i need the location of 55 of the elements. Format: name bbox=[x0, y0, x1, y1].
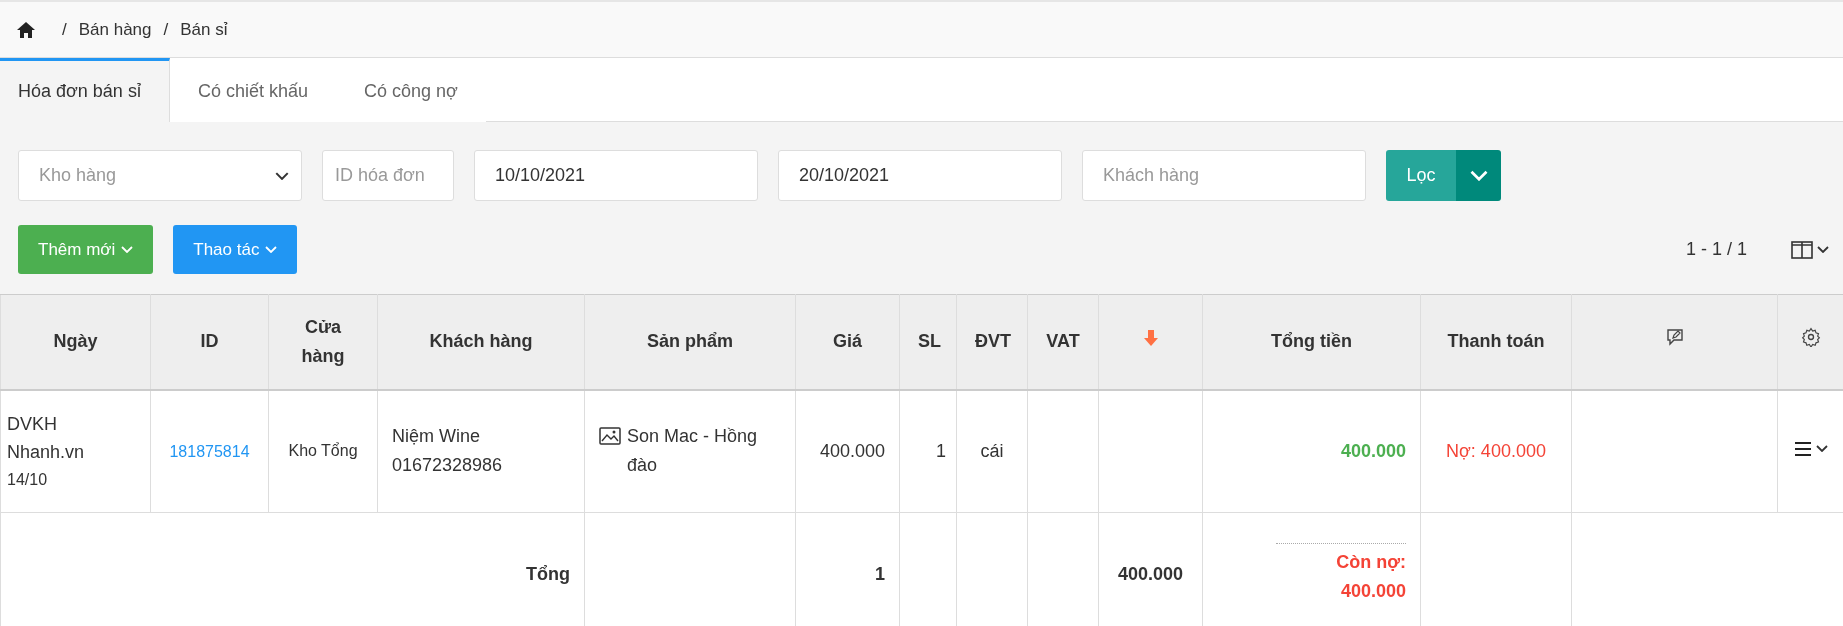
column-header: SL bbox=[899, 294, 957, 390]
chevron-down-icon bbox=[275, 171, 289, 180]
quantity-text: 1 bbox=[936, 440, 946, 461]
customer-name: Niệm Wine bbox=[392, 425, 481, 449]
column-header: Khách hàng bbox=[377, 294, 585, 390]
column-header: ID bbox=[150, 294, 269, 390]
input-field[interactable]: 20/10/2021 bbox=[778, 150, 1062, 201]
column-header: Ngày bbox=[0, 294, 151, 390]
chevron-down-icon bbox=[265, 246, 278, 253]
column-header: Thanh toán bbox=[1420, 294, 1572, 390]
creator-name: DVKH bbox=[7, 412, 58, 436]
date-text: 14/10 bbox=[7, 470, 49, 491]
input-field[interactable]: ID hóa đơn bbox=[322, 150, 454, 201]
total-value: 400.000 bbox=[1117, 563, 1184, 584]
price-text: 400.000 bbox=[819, 440, 885, 461]
column-header: Cửa hàng bbox=[268, 294, 378, 390]
pagination-text: 1 - 1 / 1 bbox=[1685, 239, 1747, 260]
product-name: Son Mac - Hồng đào bbox=[627, 425, 759, 478]
column-header: Tổng tiền bbox=[1202, 294, 1421, 390]
total-amount: 400.000 bbox=[1340, 440, 1406, 461]
column-header: ĐVT bbox=[956, 294, 1028, 390]
home-icon[interactable] bbox=[16, 20, 36, 39]
total-quantity: 1 bbox=[875, 563, 885, 584]
column-header: Sản phẩm bbox=[584, 294, 796, 390]
menu-icon bbox=[1793, 440, 1812, 457]
row-menu-button[interactable] bbox=[1793, 440, 1828, 457]
debt-amount: 400.000 bbox=[1339, 579, 1406, 603]
column-header: Giá bbox=[795, 294, 900, 390]
breadcrumb-link[interactable]: Bán sỉ bbox=[168, 19, 228, 40]
creator-name: Nhanh.vn bbox=[7, 441, 86, 465]
input-field[interactable]: 10/10/2021 bbox=[474, 150, 758, 201]
store-name: Kho Tổng bbox=[288, 442, 358, 460]
breadcrumb-link[interactable]: Bán hàng bbox=[66, 19, 152, 40]
settings-icon[interactable] bbox=[1800, 327, 1821, 348]
breadcrumb-separator: / bbox=[62, 19, 67, 39]
chevron-down-icon bbox=[1815, 445, 1828, 453]
chevron-down-icon bbox=[1469, 170, 1488, 181]
customer-phone: 01672328986 bbox=[392, 454, 504, 478]
chevron-down-icon bbox=[121, 246, 134, 253]
tab[interactable]: Hóa đơn bán sỉ bbox=[0, 58, 170, 122]
image-icon bbox=[599, 427, 621, 446]
unit-text: cái bbox=[980, 440, 1004, 461]
columns-icon bbox=[1791, 240, 1813, 259]
debt-label: Còn nợ: bbox=[1335, 550, 1406, 574]
comment-edit-icon[interactable] bbox=[1664, 327, 1685, 348]
input-field[interactable]: Khách hàng bbox=[1082, 150, 1366, 201]
breadcrumb-separator: / bbox=[163, 19, 169, 39]
dropdown-button[interactable]: Thao tác bbox=[173, 225, 298, 274]
payment-status: Nợ: 400.000 bbox=[1446, 440, 1546, 461]
filter-dropdown-button[interactable] bbox=[1456, 150, 1501, 201]
columns-button[interactable] bbox=[1791, 240, 1829, 259]
total-label: Tổng bbox=[526, 563, 570, 584]
chevron-down-icon bbox=[1817, 246, 1829, 253]
invoice-id-link[interactable]: 181875814 bbox=[169, 442, 250, 460]
column-header: VAT bbox=[1027, 294, 1099, 390]
